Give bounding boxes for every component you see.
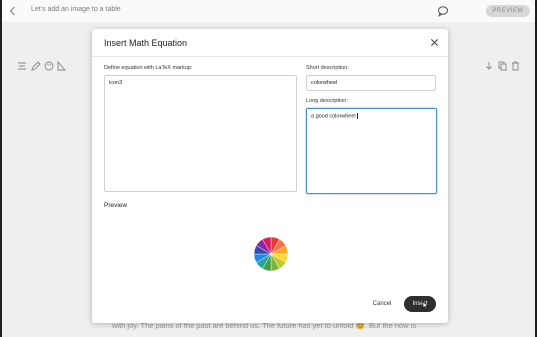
preview-button[interactable]: PREVIEW bbox=[486, 5, 530, 17]
short-description-label: Short description: bbox=[306, 65, 349, 71]
latex-value: icon3 bbox=[109, 80, 123, 86]
long-description-label: Long description: bbox=[306, 98, 348, 104]
preview-label: Preview bbox=[104, 202, 128, 209]
insert-button[interactable]: Insert bbox=[404, 296, 436, 312]
long-description-input[interactable]: a good colorwheel bbox=[306, 108, 437, 194]
latex-input[interactable]: icon3 bbox=[104, 75, 297, 192]
mouse-cursor-icon bbox=[422, 301, 429, 310]
text-caret bbox=[356, 113, 358, 119]
short-description-input[interactable]: colorwheel bbox=[306, 75, 436, 91]
chevron-left-icon[interactable] bbox=[7, 5, 19, 17]
dialog-title: Insert Math Equation bbox=[104, 38, 188, 48]
dialog-divider bbox=[92, 56, 448, 57]
document-title: Let's add an image to a table bbox=[31, 6, 121, 13]
comment-icon[interactable] bbox=[437, 5, 449, 17]
cancel-button[interactable]: Cancel bbox=[368, 297, 396, 311]
latex-label: Define equation with LaTeX markup: bbox=[104, 65, 193, 71]
long-description-value: a good colorwheel bbox=[311, 113, 356, 120]
insert-math-dialog: Insert Math Equation Define equation wit… bbox=[92, 29, 448, 323]
colorwheel-preview bbox=[253, 236, 289, 272]
close-icon[interactable] bbox=[430, 38, 439, 47]
short-description-value: colorwheel bbox=[311, 80, 338, 86]
